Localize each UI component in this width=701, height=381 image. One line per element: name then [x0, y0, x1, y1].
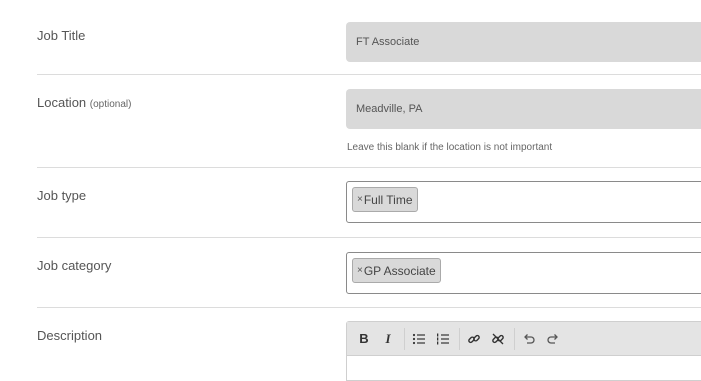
job-category-label: Job category — [37, 258, 112, 273]
toolbar-separator — [459, 327, 460, 350]
description-editor[interactable]: B I — [346, 321, 701, 381]
tag-remove-icon[interactable]: × — [357, 265, 363, 276]
bullet-list-icon[interactable] — [408, 328, 430, 350]
tag-label: GP Associate — [363, 263, 436, 278]
job-type-tag: × Full Time — [352, 187, 418, 212]
toolbar-separator — [404, 327, 405, 350]
divider — [37, 74, 701, 75]
editor-toolbar: B I — [347, 322, 701, 356]
job-title-input[interactable]: FT Associate — [346, 22, 701, 62]
job-title-label: Job Title — [37, 28, 86, 43]
job-category-tag: × GP Associate — [352, 258, 441, 283]
numbered-list-icon[interactable] — [432, 328, 454, 350]
description-label: Description — [37, 328, 103, 343]
bold-button[interactable]: B — [353, 328, 375, 350]
italic-button[interactable]: I — [377, 328, 399, 350]
location-value: Meadville, PA — [356, 103, 423, 115]
redo-icon[interactable] — [542, 328, 564, 350]
tag-label: Full Time — [363, 192, 413, 207]
divider — [37, 237, 701, 238]
job-type-label: Job type — [37, 188, 87, 203]
location-input[interactable]: Meadville, PA — [346, 89, 701, 129]
location-help-text: Leave this blank if the location is not … — [347, 142, 553, 153]
toolbar-separator — [514, 327, 515, 350]
undo-icon[interactable] — [518, 328, 540, 350]
location-optional-text: (optional) — [89, 99, 132, 110]
unlink-icon[interactable] — [487, 328, 509, 350]
link-icon[interactable] — [463, 328, 485, 350]
divider — [37, 307, 701, 308]
tag-remove-icon[interactable]: × — [357, 194, 363, 205]
location-label: Location (optional) — [37, 95, 131, 110]
divider — [37, 167, 701, 168]
job-type-select[interactable]: × Full Time — [346, 181, 701, 223]
job-category-select[interactable]: × GP Associate — [346, 252, 701, 294]
job-title-value: FT Associate — [356, 36, 420, 48]
location-label-text: Location — [37, 95, 87, 110]
